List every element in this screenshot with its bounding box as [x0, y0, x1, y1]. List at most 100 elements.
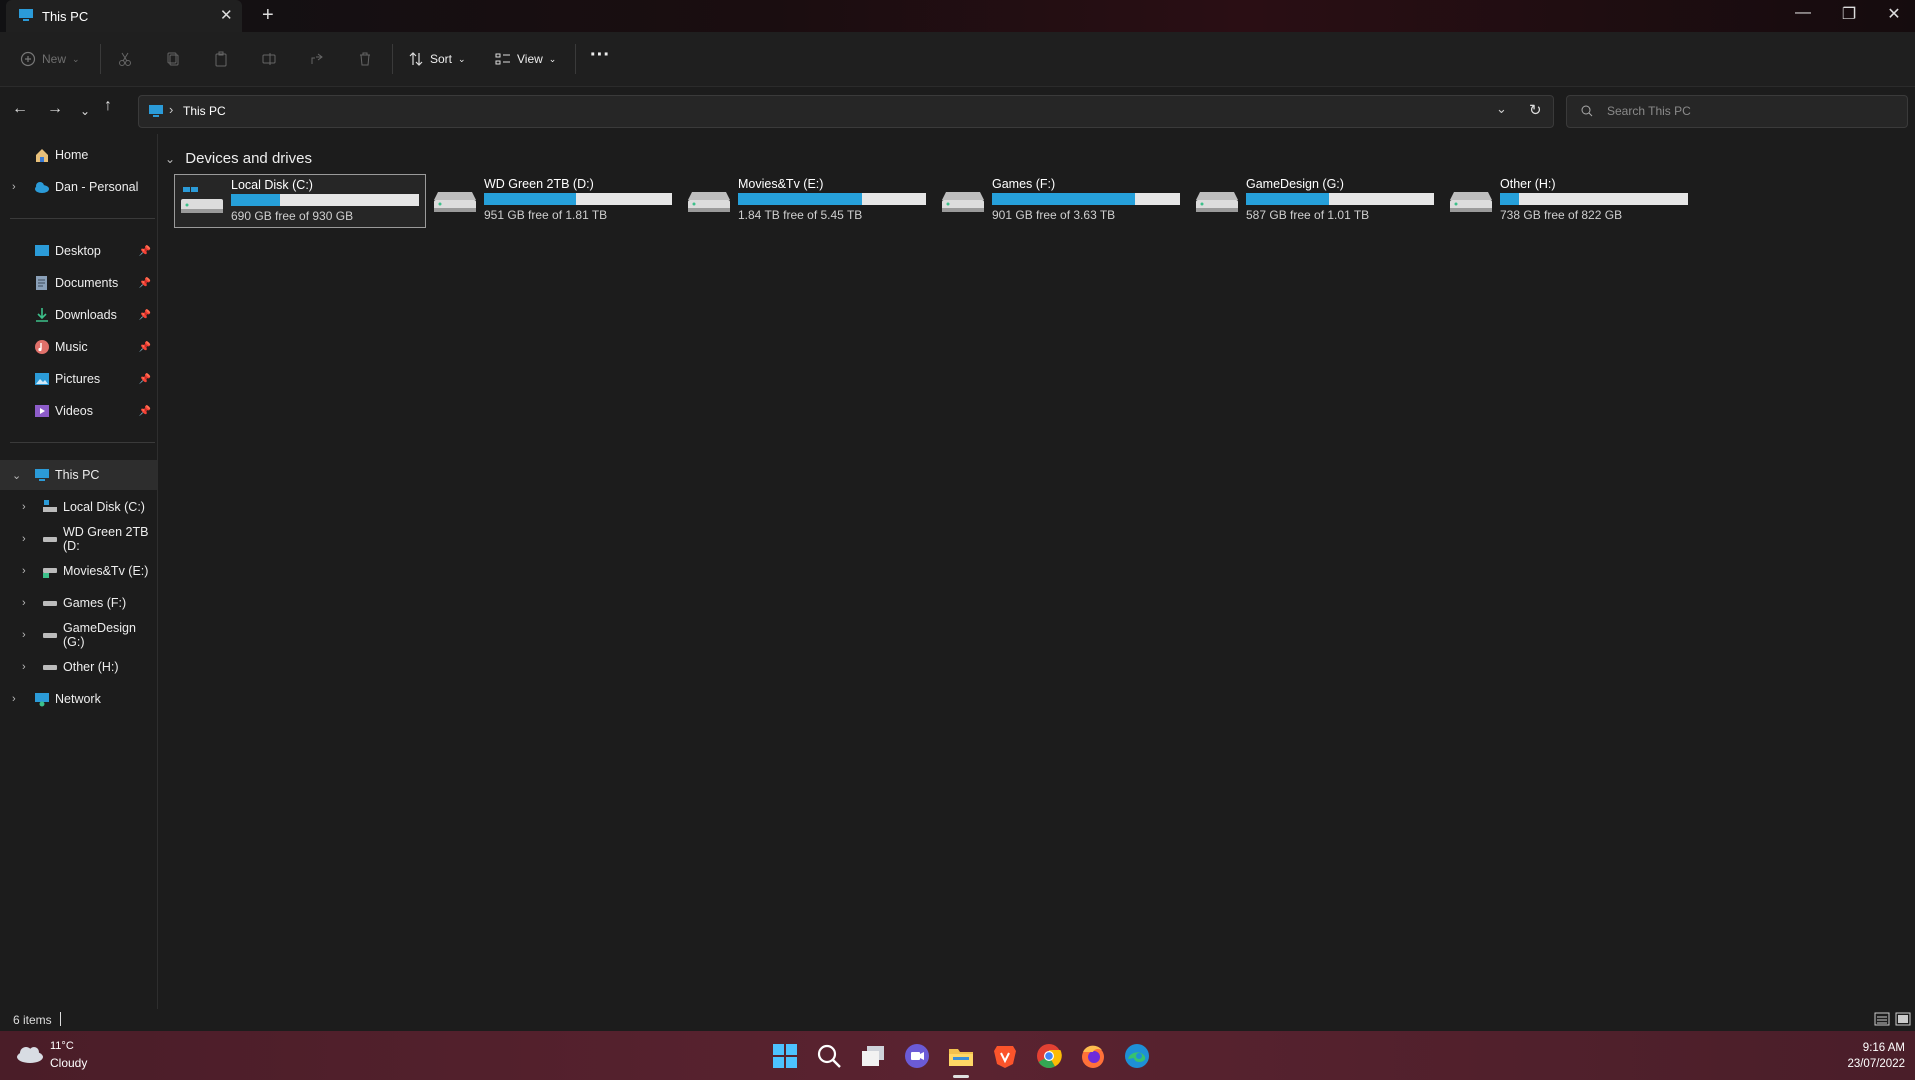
address-bar[interactable]: › This PC ⌄ ↻: [138, 95, 1554, 128]
task-view-icon[interactable]: [860, 1043, 886, 1069]
drive-free-space: 951 GB free of 1.81 TB: [484, 208, 608, 222]
divider: [60, 1012, 61, 1026]
drive-tile-g[interactable]: GameDesign (G:) 587 GB free of 1.01 TB: [1190, 174, 1440, 226]
sidebar-item-downloads[interactable]: Downloads 📌: [0, 300, 157, 330]
videos-icon: [35, 405, 49, 417]
chevron-down-icon[interactable]: ⌄: [165, 152, 175, 166]
pin-icon: 📌: [138, 245, 151, 257]
maximize-button[interactable]: ❐: [1829, 4, 1869, 24]
sidebar-item-drive-e[interactable]: › Movies&Tv (E:): [0, 556, 157, 586]
chevron-right-icon[interactable]: ›: [22, 597, 26, 609]
sidebar-item-this-pc[interactable]: ⌄ This PC: [0, 460, 157, 490]
tab-this-pc[interactable]: This PC ✕: [6, 0, 242, 32]
delete-icon[interactable]: [357, 51, 373, 67]
back-icon[interactable]: ←: [12, 100, 28, 118]
chrome-icon[interactable]: [1036, 1043, 1062, 1069]
sidebar-item-label: Movies&Tv (E:): [63, 564, 149, 578]
drive-usage-bar: [484, 193, 672, 205]
up-icon[interactable]: ↑: [104, 97, 112, 115]
chevron-down-icon[interactable]: ⌄: [12, 469, 21, 482]
chevron-right-icon[interactable]: ›: [12, 693, 16, 705]
drive-tile-f[interactable]: Games (F:) 901 GB free of 3.63 TB: [936, 174, 1186, 226]
minimize-button[interactable]: —: [1783, 4, 1823, 22]
drive-tile-h[interactable]: Other (H:) 738 GB free of 822 GB: [1444, 174, 1694, 226]
close-button[interactable]: ✕: [1874, 4, 1914, 24]
shared-drive-icon: [43, 568, 57, 578]
more-options-button[interactable]: ···: [590, 44, 610, 67]
sidebar-item-home[interactable]: Home: [0, 140, 157, 170]
drive-tile-c[interactable]: Local Disk (C:) 690 GB free of 930 GB: [174, 174, 426, 228]
chevron-right-icon[interactable]: ›: [12, 181, 16, 193]
details-view-icon[interactable]: [1874, 1012, 1890, 1026]
edge-icon[interactable]: [1124, 1043, 1150, 1069]
view-button[interactable]: View ⌄: [495, 51, 556, 67]
view-label: View: [517, 52, 543, 66]
sidebar-item-label: Desktop: [55, 244, 101, 258]
address-dropdown-icon[interactable]: ⌄: [1496, 101, 1507, 117]
group-header-devices-and-drives[interactable]: ⌄ Devices and drives: [165, 150, 312, 167]
firefox-icon[interactable]: [1080, 1043, 1106, 1069]
chevron-right-icon[interactable]: ›: [22, 565, 26, 577]
drive-icon: [942, 192, 984, 212]
rename-icon[interactable]: [261, 51, 277, 67]
new-tab-button[interactable]: +: [262, 4, 274, 27]
sidebar-item-music[interactable]: Music 📌: [0, 332, 157, 362]
file-explorer-icon[interactable]: [948, 1043, 974, 1069]
sidebar-item-network[interactable]: › Network: [0, 684, 157, 714]
sidebar-item-label: Local Disk (C:): [63, 500, 145, 514]
sort-button[interactable]: Sort ⌄: [408, 51, 466, 67]
chevron-right-icon[interactable]: ›: [22, 533, 26, 545]
weather-temperature: 11°C: [50, 1040, 74, 1052]
new-button[interactable]: New ⌄: [20, 51, 80, 67]
share-icon[interactable]: [309, 51, 325, 67]
sidebar-item-desktop[interactable]: Desktop 📌: [0, 236, 157, 266]
sidebar-item-onedrive[interactable]: › Dan - Personal: [0, 172, 157, 202]
sidebar-item-drive-d[interactable]: › WD Green 2TB (D:: [0, 524, 157, 554]
search-box[interactable]: Search This PC: [1566, 95, 1908, 128]
drive-free-space: 1.84 TB free of 5.45 TB: [738, 208, 863, 222]
cut-icon[interactable]: [117, 51, 133, 67]
chevron-right-icon[interactable]: ›: [22, 501, 26, 513]
paste-icon[interactable]: [213, 51, 229, 67]
clock-time[interactable]: 9:16 AM: [1825, 1042, 1905, 1054]
refresh-icon[interactable]: ↻: [1529, 101, 1542, 119]
pin-icon: 📌: [138, 373, 151, 385]
sort-label: Sort: [430, 52, 453, 66]
chevron-right-icon[interactable]: ›: [22, 661, 26, 673]
recent-locations-icon[interactable]: ⌄: [80, 104, 90, 118]
brave-browser-icon[interactable]: [992, 1043, 1018, 1069]
navigation-pane: Home › Dan - Personal Desktop 📌 Document…: [0, 134, 158, 1009]
sidebar-item-videos[interactable]: Videos 📌: [0, 396, 157, 426]
sidebar-item-label: Games (F:): [63, 596, 127, 610]
large-icons-view-icon[interactable]: [1895, 1012, 1911, 1026]
command-bar: New ⌄ Sort ⌄ View ⌄ ···: [0, 32, 1915, 87]
search-input[interactable]: Search This PC: [1607, 104, 1691, 118]
pin-icon: 📌: [138, 309, 151, 321]
breadcrumb[interactable]: This PC: [183, 104, 226, 118]
drive-tile-e[interactable]: Movies&Tv (E:) 1.84 TB free of 5.45 TB: [682, 174, 932, 226]
this-pc-icon: [35, 469, 49, 481]
sidebar-item-documents[interactable]: Documents 📌: [0, 268, 157, 298]
sidebar-item-drive-c[interactable]: › Local Disk (C:): [0, 492, 157, 522]
cloud-icon: [35, 182, 49, 193]
copy-icon[interactable]: [165, 51, 181, 67]
sidebar-item-drive-h[interactable]: › Other (H:): [0, 652, 157, 682]
drive-usage-fill: [1500, 193, 1519, 205]
sidebar-item-pictures[interactable]: Pictures 📌: [0, 364, 157, 394]
sidebar-item-drive-g[interactable]: › GameDesign (G:): [0, 620, 157, 650]
drive-tile-d[interactable]: WD Green 2TB (D:) 951 GB free of 1.81 TB: [428, 174, 678, 226]
drive-name: Other (H:): [1500, 177, 1556, 191]
forward-icon[interactable]: →: [47, 100, 63, 118]
chat-icon[interactable]: [904, 1043, 930, 1069]
chevron-right-icon[interactable]: ›: [22, 629, 26, 641]
music-icon: [35, 340, 49, 354]
network-icon: [35, 693, 49, 707]
drive-usage-fill: [484, 193, 577, 205]
search-icon[interactable]: [816, 1043, 842, 1069]
tab-close-icon[interactable]: ✕: [220, 6, 233, 24]
sidebar-item-drive-f[interactable]: › Games (F:): [0, 588, 157, 618]
documents-icon: [36, 276, 47, 290]
pin-icon: 📌: [138, 277, 151, 289]
start-icon[interactable]: [772, 1043, 798, 1069]
clock-date[interactable]: 23/07/2022: [1825, 1058, 1905, 1070]
